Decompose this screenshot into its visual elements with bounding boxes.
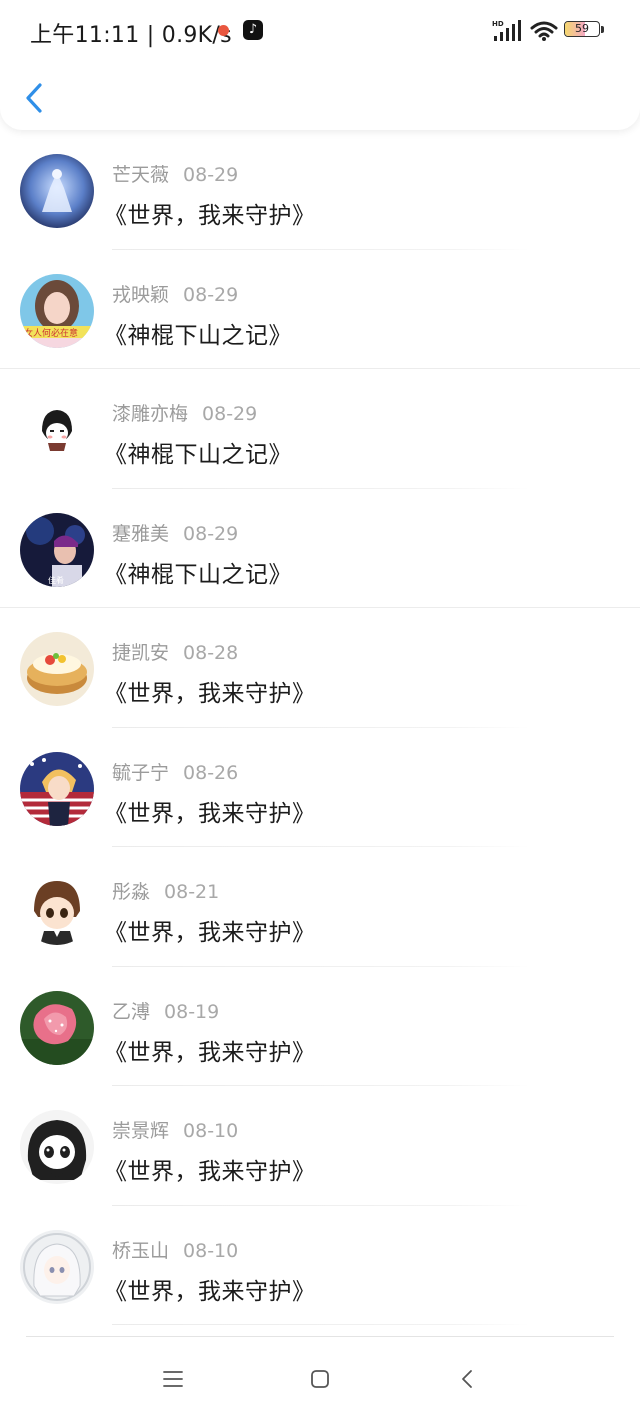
list-item[interactable]: 佳肴 蹇雅美 08-29 《神棍下山之记》 [0, 489, 640, 608]
hd-signal-icon: HD [492, 20, 521, 41]
avatar[interactable] [20, 871, 94, 945]
book-title: 《世界，我来守护》 [104, 1278, 316, 1305]
item-meta: 毓子宁 08-26 [112, 758, 238, 784]
status-time-speed: 上午11:11 | 0.9K/s [30, 23, 232, 48]
battery-cap [601, 26, 604, 33]
list-item[interactable]: 女人何必在意 戎映颖 08-29 《神棍下山之记》 [0, 250, 640, 369]
book-title: 《神棍下山之记》 [104, 561, 292, 588]
list-item[interactable]: 芒天薇 08-29 《世界，我来守护》 [0, 130, 640, 250]
message-list: 芒天薇 08-29 《世界，我来守护》 女人何必在意 戎映颖 08-29 《神棍下山之记》漆… [0, 130, 640, 1325]
menu-icon[interactable] [161, 1367, 185, 1391]
list-item[interactable]: 漆雕亦梅 08-29 《神棍下山之记》 [0, 369, 640, 489]
svg-text:女人何必在意: 女人何必在意 [24, 327, 78, 339]
item-meta: 彤淼 08-21 [112, 877, 219, 903]
item-date: 08-28 [183, 642, 239, 664]
user-name: 捷凯安 [112, 642, 170, 664]
book-title: 《神棍下山之记》 [104, 442, 292, 468]
item-date: 08-19 [164, 1000, 220, 1023]
book-title: 《世界，我来守护》 [104, 681, 316, 707]
user-name: 戎映颖 [112, 283, 170, 306]
book-title: 《神棍下山之记》 [104, 322, 292, 349]
status-icons: HD 59 [492, 18, 612, 44]
avatar[interactable] [20, 154, 94, 228]
list-item[interactable]: 乙溥 08-19 《世界，我来守护》 [0, 967, 640, 1086]
book-title: 《世界，我来守护》 [104, 1039, 316, 1066]
chevron-left-icon [26, 83, 42, 113]
item-date: 08-10 [183, 1120, 239, 1142]
item-date: 08-29 [183, 164, 239, 186]
status-bar: 上午11:11 | 0.9K/s ♪ HD 59 [0, 0, 640, 62]
avatar[interactable]: 女人何必在意 [20, 273, 94, 348]
list-item[interactable]: 彤淼 08-21 《世界，我来守护》 [0, 847, 640, 967]
user-name: 毓子宁 [112, 761, 170, 784]
back-triangle-icon[interactable] [456, 1367, 480, 1391]
list-item[interactable]: 毓子宁 08-26 《世界，我来守护》 [0, 728, 640, 847]
book-title: 《世界，我来守护》 [104, 1159, 316, 1185]
svg-text:HD: HD [492, 20, 504, 28]
user-name: 漆雕亦梅 [112, 403, 189, 425]
back-button[interactable] [18, 78, 54, 118]
item-date: 08-29 [202, 403, 258, 425]
book-title: 《世界，我来守护》 [104, 800, 316, 827]
row-divider [112, 1324, 530, 1325]
item-date: 08-10 [183, 1239, 239, 1262]
item-meta: 戎映颖 08-29 [112, 280, 238, 306]
avatar[interactable] [20, 751, 94, 826]
item-meta: 乙溥 08-19 [112, 997, 219, 1023]
battery-level: 59 [575, 22, 589, 35]
item-date: 08-26 [183, 761, 239, 784]
item-meta: 蹇雅美 08-29 [112, 519, 238, 545]
item-date: 08-21 [164, 881, 220, 903]
user-name: 乙溥 [112, 1000, 151, 1023]
book-title: 《世界，我来守护》 [104, 203, 316, 229]
home-square-icon[interactable] [308, 1367, 332, 1391]
wifi-icon [530, 21, 558, 41]
book-title: 《世界，我来守护》 [104, 920, 316, 946]
battery-icon: 59 [564, 21, 600, 37]
item-meta: 崇景辉 08-10 [112, 1116, 238, 1142]
user-name: 崇景辉 [112, 1120, 170, 1142]
item-date: 08-29 [183, 283, 239, 306]
avatar[interactable] [20, 632, 94, 706]
user-name: 蹇雅美 [112, 522, 170, 545]
user-name: 芒天薇 [112, 164, 170, 186]
app-header: 上午11:11 | 0.9K/s ♪ HD 59 [0, 0, 640, 130]
avatar[interactable] [20, 393, 94, 467]
recording-dot-icon [218, 25, 229, 36]
item-meta: 桥玉山 08-10 [112, 1236, 238, 1262]
svg-text:佳肴: 佳肴 [48, 575, 64, 585]
list-item[interactable]: 崇景辉 08-10 《世界，我来守护》 [0, 1086, 640, 1206]
navigation-bar [0, 1337, 640, 1422]
item-meta: 捷凯安 08-28 [112, 638, 238, 664]
list-item[interactable]: 桥玉山 08-10 《世界，我来守护》 [0, 1206, 640, 1325]
item-date: 08-29 [183, 522, 239, 545]
avatar[interactable]: 佳肴 [20, 512, 94, 587]
item-meta: 芒天薇 08-29 [112, 160, 238, 186]
item-meta: 漆雕亦梅 08-29 [112, 399, 257, 425]
avatar[interactable] [20, 1110, 94, 1184]
list-item[interactable]: 捷凯安 08-28 《世界，我来守护》 [0, 608, 640, 728]
user-name: 桥玉山 [112, 1239, 170, 1262]
avatar[interactable] [20, 990, 94, 1065]
avatar[interactable] [20, 1229, 94, 1304]
tiktok-icon: ♪ [243, 20, 263, 40]
user-name: 彤淼 [112, 881, 151, 903]
